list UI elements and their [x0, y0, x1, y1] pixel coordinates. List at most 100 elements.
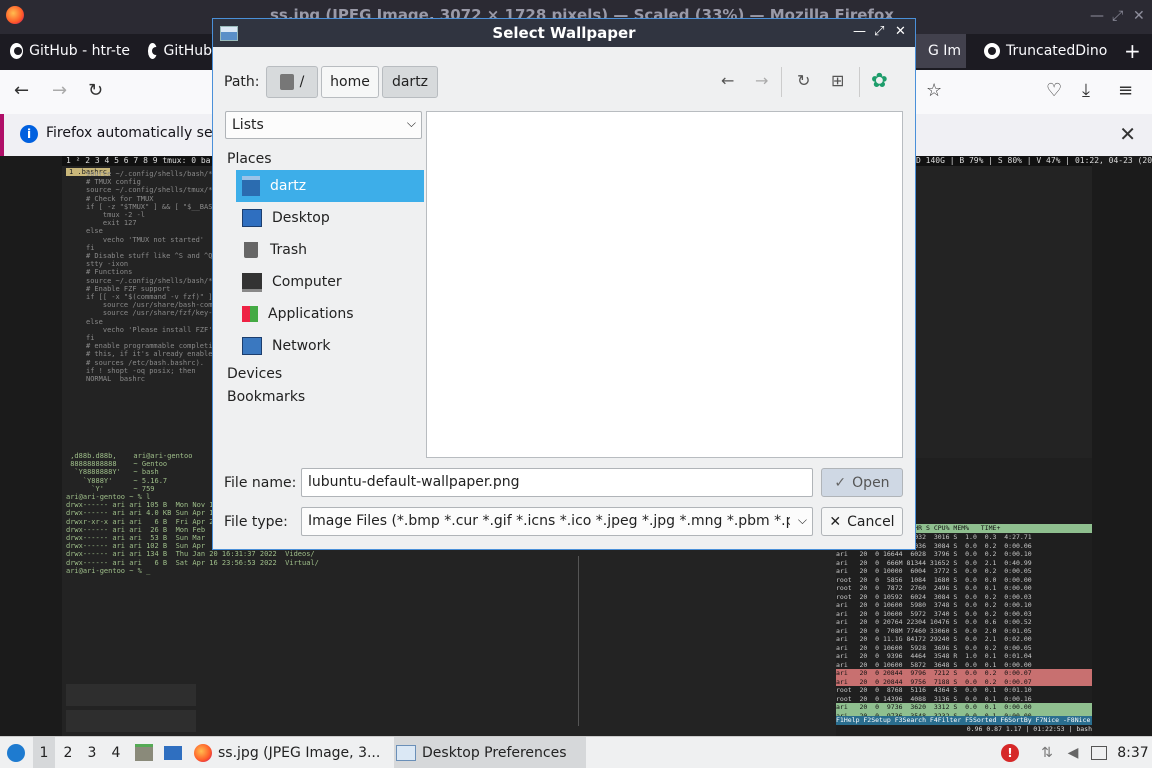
htop-row: ari 20 0 10600 5972 3740 S 0.0 0.2 0:00.… — [836, 609, 1032, 618]
htop-row: ari 20 0 20844 9756 7188 S 0.0 0.2 0:00.… — [836, 677, 1092, 686]
forward-arrow-icon[interactable]: → — [755, 71, 768, 90]
open-button[interactable]: ✓ Open — [821, 468, 903, 497]
trash-icon — [244, 242, 258, 258]
code-line: fi — [86, 243, 95, 252]
menu-hamburger-icon[interactable]: ≡ — [1118, 80, 1133, 101]
dialog-maximize-icon[interactable]: ⤢ — [874, 24, 884, 39]
code-line: # sources /etc/bash.bashrc). — [86, 358, 205, 367]
github-icon — [10, 43, 24, 59]
bashrc-code: source ~/.config/shells/bash/* # TMUX con… — [86, 170, 217, 384]
htop-row: ari 20 0 708M 77460 33060 S 0.0 2.0 0:01… — [836, 626, 1032, 635]
chevron-down-icon: ⌵ — [797, 513, 807, 528]
volume-icon[interactable]: ◀ — [1064, 737, 1082, 768]
file-dialog-options-icon[interactable]: ✿ — [871, 68, 888, 92]
toolbar-divider — [859, 67, 860, 97]
place-dartz[interactable]: dartz — [236, 170, 424, 202]
code-line: vecho 'TMUX not started' — [86, 235, 205, 244]
new-tab-button[interactable]: + — [1124, 34, 1144, 68]
reload-icon[interactable]: ↻ — [797, 71, 810, 90]
notification-tray-icon[interactable] — [1090, 737, 1108, 768]
shell-line: drwx------ ari ari 134 B Thu Jan 20 16:3… — [66, 550, 315, 559]
network-tray-icon[interactable]: ⇅ — [1038, 737, 1056, 768]
tab-github[interactable]: GitHub — [148, 34, 212, 68]
code-line: # this, if it's already enable — [86, 350, 213, 359]
back-arrow-icon[interactable]: ← — [14, 80, 29, 101]
check-icon: ✓ — [834, 474, 847, 491]
path-segment-home[interactable]: home — [321, 66, 379, 98]
file-name-label: File name: — [224, 475, 297, 491]
dunst-notification — [66, 684, 196, 706]
path-label: Path: — [224, 74, 260, 90]
new-folder-icon[interactable]: ⊞ — [831, 71, 844, 90]
task-desktop-preferences[interactable]: Desktop Preferences — [394, 737, 586, 768]
cancel-button[interactable]: ✕ Cancel — [821, 507, 903, 536]
info-icon: i — [20, 125, 38, 143]
path-root-button[interactable]: / — [266, 66, 318, 98]
places-header[interactable]: Places — [227, 151, 272, 167]
dialog-title: Select Wallpaper — [492, 24, 636, 42]
file-type-select[interactable]: Image Files (*.bmp *.cur *.gif *.icns *.… — [301, 507, 813, 536]
notification-close-icon[interactable]: ✕ — [1119, 122, 1136, 146]
place-computer[interactable]: Computer — [236, 266, 424, 298]
home-folder-icon — [242, 176, 260, 196]
github-icon — [148, 43, 161, 59]
file-list[interactable] — [426, 111, 903, 458]
toolbar-divider — [781, 67, 782, 97]
file-manager-launcher[interactable] — [134, 737, 154, 768]
workspace-2[interactable]: 2 — [57, 737, 79, 768]
place-network[interactable]: Network — [236, 330, 424, 362]
htop-row: root 20 0 10592 6024 3084 S 0.0 0.2 0:00… — [836, 592, 1032, 601]
reload-icon[interactable]: ↻ — [88, 80, 103, 101]
tab-active-image[interactable]: G Im✕ — [916, 34, 966, 68]
select-wallpaper-dialog: Select Wallpaper — ⤢ ✕ Path: / home dart… — [212, 18, 916, 550]
code-line: source ~/.config/shells/bash/* — [86, 276, 213, 285]
back-arrow-icon[interactable]: ← — [721, 71, 734, 90]
file-name-input[interactable]: lubuntu-default-wallpaper.png — [301, 468, 813, 497]
devices-header[interactable]: Devices — [227, 366, 282, 382]
maximize-icon[interactable]: ⤢ — [1112, 8, 1123, 24]
workspace-4[interactable]: 4 — [105, 737, 127, 768]
pocket-icon[interactable]: ♡ — [1046, 80, 1062, 101]
htop-row: root 20 0 8768 5116 4364 S 0.0 0.1 0:01.… — [836, 686, 1032, 694]
show-desktop-launcher[interactable] — [162, 737, 184, 768]
pane-divider — [578, 556, 579, 726]
update-notifier-icon[interactable]: ! — [1000, 737, 1020, 768]
place-applications[interactable]: Applications — [236, 298, 424, 330]
htop-row: ari 20 0 666M 81344 31652 S 0.0 2.1 0:40… — [836, 558, 1032, 567]
view-mode-select[interactable]: Lists ⌵ — [225, 111, 422, 139]
forward-arrow-icon[interactable]: → — [52, 80, 67, 101]
desktop-preferences-icon — [396, 744, 416, 761]
code-line: source /usr/share/fzf/key-b — [86, 309, 217, 318]
htop-row: ari 20 0 10000 6004 3772 S 0.0 0.2 0:00.… — [836, 567, 1032, 575]
code-line: if [[ -x "$(command -v fzf)" ] — [86, 293, 213, 302]
workspace-1[interactable]: 1 — [33, 737, 55, 768]
place-desktop[interactable]: Desktop — [236, 202, 424, 234]
place-trash[interactable]: Trash — [236, 234, 424, 266]
code-line: # Check for TMUX — [86, 194, 154, 203]
computer-icon — [242, 272, 262, 292]
workspace-3[interactable]: 3 — [81, 737, 103, 768]
download-icon[interactable]: ⤓ — [1082, 80, 1090, 101]
code-line: # Enable FZF support — [86, 284, 171, 293]
code-line: NORMAL bashrc — [86, 375, 146, 384]
dialog-close-icon[interactable]: ✕ — [895, 24, 906, 39]
path-segment-dartz[interactable]: dartz — [382, 66, 438, 98]
bookmark-star-icon[interactable]: ☆ — [926, 80, 942, 101]
desktop-icon — [164, 745, 182, 760]
tab-github-htr[interactable]: GitHub - htr-te — [10, 34, 130, 68]
close-icon[interactable]: ✕ — [1133, 8, 1145, 24]
start-menu-button[interactable] — [4, 737, 28, 768]
tab-truncated-dino[interactable]: TruncatedDino — [984, 34, 1116, 68]
bottom-status: 0.96 0.87 1.17 | 01:22:53 | bash — [966, 725, 1092, 733]
code-line: exit 127 — [86, 219, 137, 228]
clock[interactable]: 8:37 — [1116, 737, 1150, 768]
dialog-minimize-icon[interactable]: — — [853, 24, 866, 39]
task-firefox[interactable]: ss.jpg (JPEG Image, 3... — [194, 737, 384, 768]
bookmarks-header[interactable]: Bookmarks — [227, 389, 305, 405]
github-icon — [984, 43, 1000, 59]
htop-row: ari 20 0 9396 4464 3548 R 1.0 0.1 0:01.0… — [836, 652, 1032, 660]
file-manager-icon — [135, 744, 153, 761]
code-line: tmux -2 -l — [86, 211, 146, 220]
code-line: if [ -z "$TMUX" ] && [ "$__BASH — [86, 202, 217, 211]
minimize-icon[interactable]: — — [1090, 8, 1104, 24]
